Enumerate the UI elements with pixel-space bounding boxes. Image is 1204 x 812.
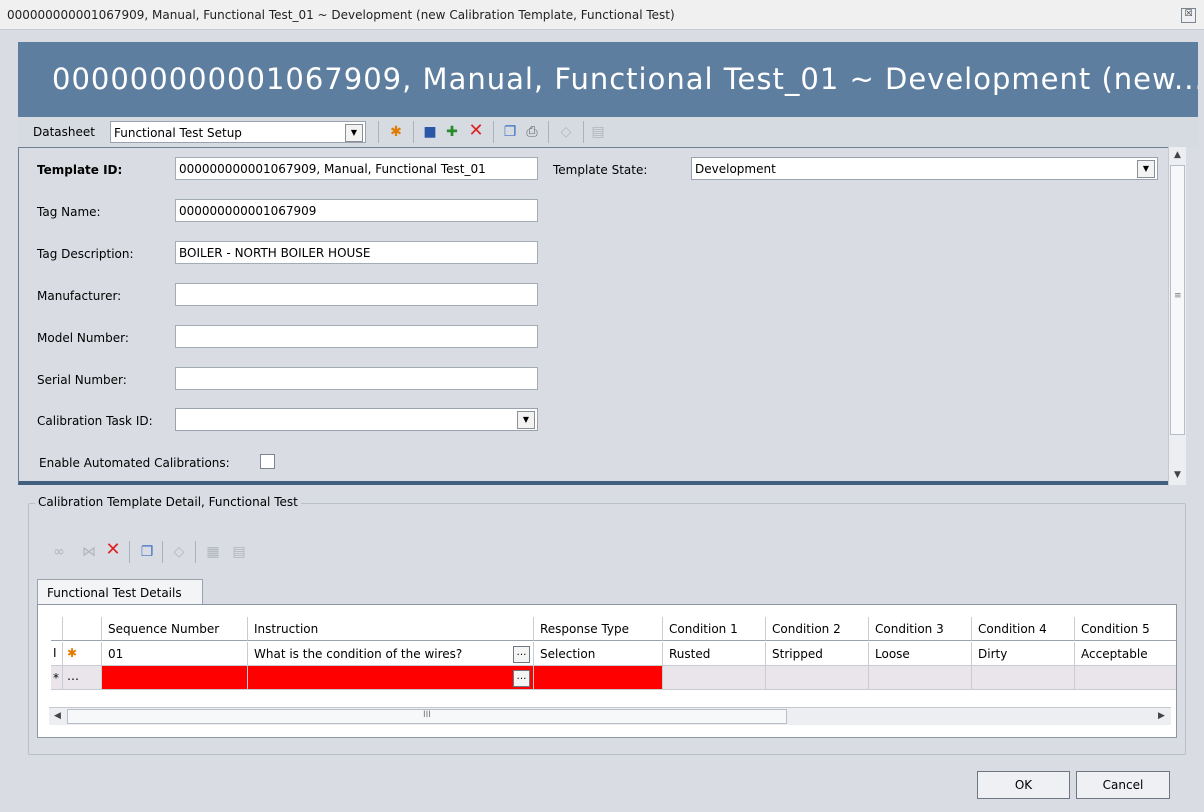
detail-group-title: Calibration Template Detail, Functional … <box>35 495 301 509</box>
close-icon[interactable]: ☒ <box>1181 8 1196 23</box>
delete-row-icon[interactable]: ✕ <box>103 540 123 560</box>
scroll-up-icon[interactable]: ▲ <box>1169 147 1186 164</box>
row-menu-button[interactable]: … <box>63 666 102 690</box>
calibration-task-id-select[interactable]: ▼ <box>175 408 538 431</box>
table-cell[interactable] <box>869 666 972 690</box>
cancel-button[interactable]: Cancel <box>1076 771 1170 799</box>
row-edit-indicator: I <box>51 642 63 666</box>
ellipsis-button[interactable]: … <box>513 670 530 687</box>
enable-automated-checkbox[interactable] <box>260 454 275 469</box>
toolbar-separator <box>378 121 379 143</box>
column-header[interactable]: Instruction <box>248 617 534 641</box>
table-cell[interactable]: 01 <box>102 642 248 666</box>
new-row-indicator: * <box>51 666 63 690</box>
delete-icon[interactable]: ✕ <box>466 121 486 141</box>
required-cell[interactable] <box>534 666 663 690</box>
toolbar-separator <box>493 121 494 143</box>
template-state-select[interactable]: Development ▼ <box>691 157 1158 180</box>
grid-corner <box>51 617 63 641</box>
template-id-field[interactable]: 000000000001067909, Manual, Functional T… <box>175 157 538 180</box>
chevron-down-icon[interactable]: ▼ <box>345 124 363 142</box>
new-record-icon[interactable]: ✱ <box>63 642 102 666</box>
column-header[interactable]: Condition 4 <box>972 617 1075 641</box>
toolbar-separator <box>548 121 549 143</box>
model-number-field[interactable] <box>175 325 538 348</box>
new-record-icon[interactable]: ✱ <box>386 122 406 142</box>
required-cell[interactable] <box>102 666 248 690</box>
form-scrollbar[interactable]: ▲ ≡ ▼ <box>1168 147 1186 485</box>
required-cell[interactable]: … <box>248 666 534 690</box>
manufacturer-field[interactable] <box>175 283 538 306</box>
table-cell[interactable] <box>1075 666 1176 690</box>
datasheet-form: Template ID: 000000000001067909, Manual,… <box>18 147 1178 485</box>
tab-functional-test-details[interactable]: Functional Test Details <box>37 579 203 605</box>
link-icon: ∞ <box>53 544 65 560</box>
column-header[interactable]: Condition 3 <box>869 617 972 641</box>
ellipsis-button[interactable]: … <box>513 646 530 663</box>
model-number-label: Model Number: <box>37 331 129 345</box>
print-icon[interactable]: ⎙ <box>522 122 542 142</box>
grid-horizontal-scrollbar[interactable]: ◀ III ▶ <box>49 707 1171 725</box>
copy-row-icon[interactable]: ❐ <box>137 542 157 562</box>
paste-icon: ▤ <box>591 124 605 140</box>
disabled-action-icon: ◇ <box>173 544 185 560</box>
disabled-action-icon: ◇ <box>560 124 572 140</box>
unlink-icon: ⋈ <box>82 544 96 560</box>
template-id-label: Template ID: <box>37 163 123 177</box>
tag-description-field[interactable]: BOILER - NORTH BOILER HOUSE <box>175 241 538 264</box>
chevron-down-icon[interactable]: ▼ <box>517 411 535 429</box>
table-cell[interactable]: Stripped <box>766 642 869 666</box>
window-titlebar: 000000000001067909, Manual, Functional T… <box>0 0 1204 30</box>
table-cell[interactable] <box>663 666 766 690</box>
table-cell[interactable]: Rusted <box>663 642 766 666</box>
table-cell[interactable]: Loose <box>869 642 972 666</box>
properties-icon: ▦ <box>206 544 220 560</box>
save-icon[interactable]: ■ <box>420 122 440 142</box>
page-banner: 000000000001067909, Manual, Functional T… <box>18 42 1198 117</box>
toolbar-separator <box>195 541 196 563</box>
calibration-task-id-label: Calibration Task ID: <box>37 414 153 428</box>
datasheet-label: Datasheet <box>33 125 95 139</box>
toolbar-separator <box>129 541 130 563</box>
table-cell[interactable]: Acceptable <box>1075 642 1176 666</box>
scroll-right-icon[interactable]: ▶ <box>1153 708 1170 725</box>
tab-label: Functional Test Details <box>47 586 182 600</box>
column-header[interactable]: Condition 2 <box>766 617 869 641</box>
column-header[interactable]: Condition 1 <box>663 617 766 641</box>
toolbar-separator <box>413 121 414 143</box>
tag-description-label: Tag Description: <box>37 247 134 261</box>
toolbar-separator <box>583 121 584 143</box>
page-title: 000000000001067909, Manual, Functional T… <box>52 62 1198 96</box>
table-cell[interactable]: Selection <box>534 642 663 666</box>
template-state-label: Template State: <box>553 163 648 177</box>
chevron-down-icon[interactable]: ▼ <box>1137 160 1155 178</box>
scroll-thumb[interactable]: III <box>67 709 787 724</box>
column-header[interactable]: Response Type <box>534 617 663 641</box>
paste-icon: ▤ <box>232 544 246 560</box>
datasheet-select[interactable]: Functional Test Setup ▼ <box>110 121 366 143</box>
datasheet-toolbar: Datasheet Functional Test Setup ▼ ✱ ■ ✚ … <box>18 117 1198 147</box>
scroll-thumb[interactable]: ≡ <box>1170 165 1185 435</box>
column-header[interactable]: Condition 5 <box>1075 617 1176 641</box>
save-and-new-icon[interactable]: ✚ <box>442 122 462 142</box>
table-cell[interactable]: What is the condition of the wires?… <box>248 642 534 666</box>
table-cell[interactable] <box>766 666 869 690</box>
toolbar-separator <box>162 541 163 563</box>
enable-automated-label: Enable Automated Calibrations: <box>39 456 230 470</box>
table-cell[interactable] <box>972 666 1075 690</box>
window-title: 000000000001067909, Manual, Functional T… <box>7 8 675 22</box>
serial-number-label: Serial Number: <box>37 373 127 387</box>
scroll-down-icon[interactable]: ▼ <box>1169 467 1186 484</box>
scroll-left-icon[interactable]: ◀ <box>49 708 66 725</box>
manufacturer-label: Manufacturer: <box>37 289 122 303</box>
column-header[interactable]: Sequence Number <box>102 617 248 641</box>
datasheet-value: Functional Test Setup <box>114 126 242 140</box>
grid-corner <box>63 617 102 641</box>
tag-name-label: Tag Name: <box>37 205 101 219</box>
ok-button[interactable]: OK <box>977 771 1070 799</box>
copy-icon[interactable]: ❐ <box>500 122 520 142</box>
serial-number-field[interactable] <box>175 367 538 390</box>
table-cell[interactable]: Dirty <box>972 642 1075 666</box>
tag-name-field[interactable]: 000000000001067909 <box>175 199 538 222</box>
